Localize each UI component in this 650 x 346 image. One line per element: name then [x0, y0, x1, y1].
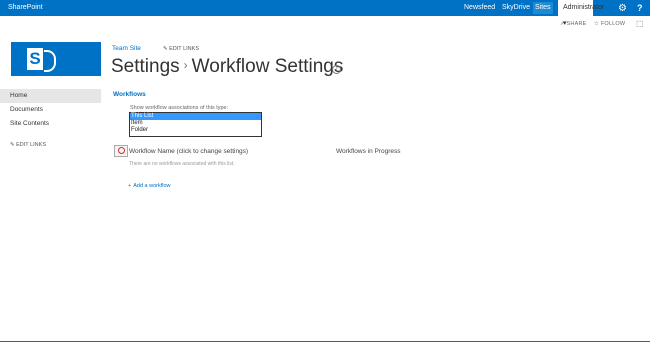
- action-bar: ↗ SHARE ☆ FOLLOW ⬚: [0, 16, 650, 34]
- edit-links-top[interactable]: ✎ EDIT LINKS: [163, 46, 199, 52]
- help-icon[interactable]: ?: [637, 3, 643, 13]
- info-icon[interactable]: i: [332, 65, 341, 74]
- pencil-icon: ✎: [10, 142, 15, 148]
- title-workflow-settings: Workflow Settings: [191, 56, 344, 77]
- share-button[interactable]: ↗ SHARE: [560, 21, 587, 27]
- edit-links-nav[interactable]: ✎ EDIT LINKS: [10, 142, 46, 148]
- settings-gear-icon[interactable]: ⚙: [618, 3, 627, 14]
- add-workflow-link[interactable]: + Add a workflow: [128, 183, 171, 189]
- sharepoint-arc-icon: [44, 50, 56, 72]
- sites-link[interactable]: Sites: [533, 2, 553, 14]
- association-type-label: Show workflow associations of this type:: [130, 105, 229, 111]
- follow-button[interactable]: ☆ FOLLOW: [594, 21, 625, 27]
- brand-label[interactable]: SharePoint: [8, 4, 43, 11]
- edit-links-label: EDIT LINKS: [169, 46, 199, 52]
- title-settings[interactable]: Settings: [111, 56, 180, 77]
- suite-bar: SharePoint Newsfeed SkyDrive Sites Admin…: [0, 0, 650, 27]
- star-icon: ☆: [594, 21, 600, 27]
- empty-message: There are no workflows associated with t…: [129, 161, 235, 167]
- site-logo[interactable]: S: [11, 42, 101, 76]
- column-workflow-name: Workflow Name (click to change settings): [129, 148, 249, 155]
- title-separator: ›: [183, 58, 188, 72]
- sharepoint-s-icon: S: [27, 48, 43, 70]
- taskbar-edge: [0, 341, 650, 342]
- workflow-icon: [114, 145, 128, 157]
- newsfeed-link[interactable]: Newsfeed: [464, 4, 495, 11]
- nav-item-documents[interactable]: Documents: [0, 103, 101, 117]
- nav-item-home[interactable]: Home: [0, 89, 101, 103]
- column-workflows-in-progress: Workflows in Progress: [336, 148, 401, 155]
- option-folder[interactable]: Folder: [130, 127, 261, 134]
- workflows-heading: Workflows: [113, 91, 146, 98]
- skydrive-link[interactable]: SkyDrive: [502, 4, 530, 11]
- option-this-list[interactable]: This List: [130, 113, 261, 120]
- breadcrumb-team-site[interactable]: Team Site: [112, 45, 141, 52]
- user-menu[interactable]: Administrator ▾: [558, 0, 604, 27]
- page-title: Settings › Workflow Settings: [111, 56, 343, 78]
- share-label: SHARE: [566, 21, 587, 27]
- nav-edit-links-label: EDIT LINKS: [16, 142, 46, 148]
- association-type-listbox[interactable]: This List Item Folder: [129, 112, 262, 137]
- pencil-icon: ✎: [163, 46, 168, 52]
- left-nav: Home Documents Site Contents: [0, 89, 101, 131]
- focus-content-icon[interactable]: ⬚: [636, 19, 644, 28]
- add-workflow-label: Add a workflow: [133, 183, 171, 189]
- share-icon: ↗: [560, 21, 565, 27]
- nav-item-site-contents[interactable]: Site Contents: [0, 117, 101, 131]
- follow-label: FOLLOW: [600, 21, 626, 27]
- option-item[interactable]: Item: [130, 120, 261, 127]
